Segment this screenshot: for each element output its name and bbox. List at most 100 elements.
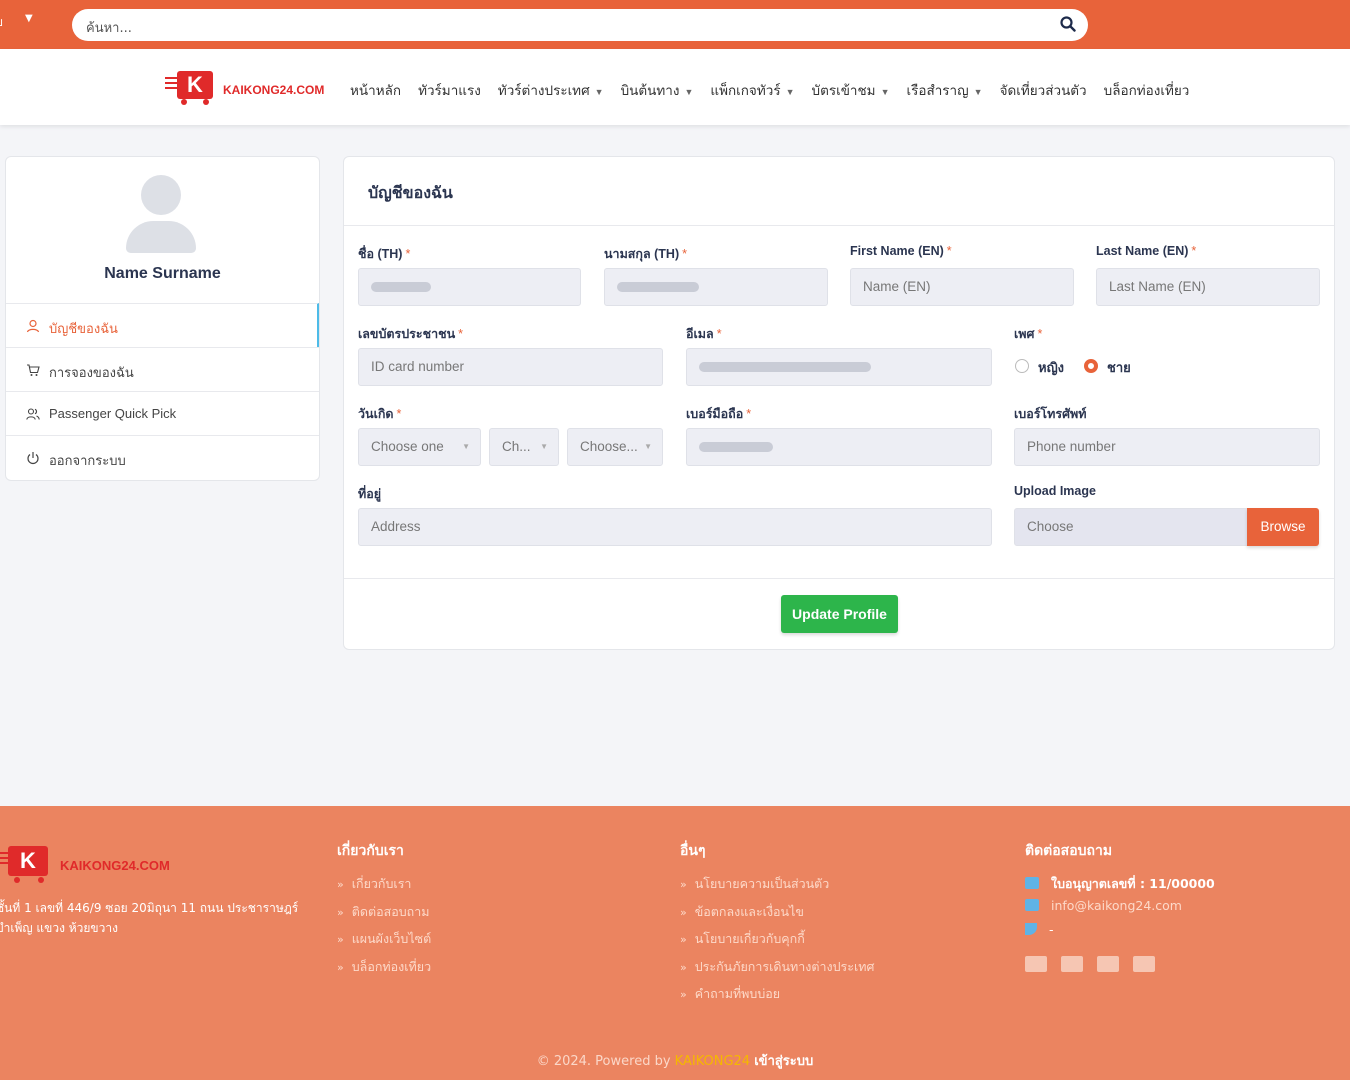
footer-link[interactable]: » ติดต่อสอบถาม xyxy=(337,902,431,930)
footer-link-label: นโยบายเกี่ยวกับคุกกี้ xyxy=(694,931,805,946)
double-chevron-icon: » xyxy=(680,878,687,891)
upload-file-field[interactable]: Choose xyxy=(1014,508,1248,546)
chevron-down-icon: ▼ xyxy=(684,87,694,97)
first-name-en-field[interactable]: Name (EN) xyxy=(850,268,1074,306)
nav-menu: หน้าหลัก ทัวร์มาแรง ทัวร์ต่างประเทศ ▼ บินต้น… xyxy=(350,79,1206,101)
logo-text: KAIKONG24.COM xyxy=(60,858,170,873)
search-input[interactable]: ค้นหา... xyxy=(86,17,132,38)
account-menu: บัญชีของฉัน การจองของฉัน Passenger Quick… xyxy=(6,303,319,479)
footer-link-label: ข้อตกลงและเงื่อนไข xyxy=(694,903,804,919)
logo-wheel xyxy=(181,99,187,105)
nav-item[interactable]: ทัวร์มาแรง xyxy=(418,79,481,101)
nav-item[interactable]: จัดเที่ยวส่วนตัว xyxy=(1000,79,1087,101)
footer-link[interactable]: » คำถามที่พบบ่อย xyxy=(680,984,874,1012)
nav-item[interactable]: หน้าหลัก xyxy=(350,79,401,101)
double-chevron-icon: » xyxy=(680,960,687,974)
nav-item-label: บล็อกท่องเที่ยว xyxy=(1103,83,1190,98)
browse-button[interactable]: Browse xyxy=(1247,508,1319,546)
gender-label: เพศ * xyxy=(1014,327,1043,341)
site-logo[interactable]: K KAIKONG24.COM xyxy=(165,69,330,107)
last-name-th-label: นามสกุล (TH) * xyxy=(604,247,687,261)
double-chevron-icon: » xyxy=(337,878,344,891)
footer-link[interactable]: » เกี่ยวกับเรา xyxy=(337,874,431,902)
birthdate-label: วันเกิด * xyxy=(358,407,402,421)
main-navbar: K KAIKONG24.COM หน้าหลัก ทัวร์มาแรง ทัวร์ต… xyxy=(0,49,1350,125)
nav-item[interactable]: บัตรเข้าชม ▼ xyxy=(812,79,890,101)
page-title: บัญชีของฉัน xyxy=(368,183,453,202)
copyright-brand-link[interactable]: KAIKONG24 xyxy=(675,1054,750,1069)
last-name-en-field[interactable]: Last Name (EN) xyxy=(1096,268,1320,306)
nav-item[interactable]: แพ็กเกจทัวร์ ▼ xyxy=(710,79,794,101)
mobile-label: เบอร์มือถือ * xyxy=(686,407,752,421)
language-selector[interactable]: ย xyxy=(0,13,3,32)
profile-form-card: บัญชีของฉัน ชื่อ (TH) * นามสกุล (TH) * Fir… xyxy=(343,156,1335,650)
sidebar-item-label: Passenger Quick Pick xyxy=(49,406,177,421)
id-card-field[interactable]: ID card number xyxy=(358,348,663,386)
avatar xyxy=(126,175,196,253)
double-chevron-icon: » xyxy=(680,988,687,1001)
divider xyxy=(344,578,1334,579)
sidebar-item-logout[interactable]: ออกจากระบบ xyxy=(6,435,319,479)
double-chevron-icon: » xyxy=(337,905,344,919)
users-icon xyxy=(26,408,40,420)
footer-link[interactable]: » บล็อกท่องเที่ยว xyxy=(337,957,431,985)
divider xyxy=(344,225,1334,226)
footer-link-label: ติดต่อสอบถาม xyxy=(351,903,430,919)
chevron-down-icon: ▼ xyxy=(644,442,652,451)
update-profile-button[interactable]: Update Profile xyxy=(781,595,898,633)
license-line: ใบอนุญาตเลขที่ : 11/00000 xyxy=(1025,874,1215,898)
birth-month-select[interactable]: Ch... ▼ xyxy=(489,428,559,466)
last-name-en-label: Last Name (EN) * xyxy=(1096,244,1197,258)
nav-item[interactable]: ทัวร์ต่างประเทศ ▼ xyxy=(498,79,604,101)
email-field[interactable] xyxy=(686,348,992,386)
avatar-head xyxy=(141,175,181,215)
gender-male-radio[interactable] xyxy=(1084,359,1098,373)
sidebar-item-my-bookings[interactable]: การจองของฉัน xyxy=(6,347,319,391)
birth-year-select[interactable]: Choose... ▼ xyxy=(567,428,663,466)
logo-wheel xyxy=(203,99,209,105)
footer-link[interactable]: » ประกันภัยการเดินทางต่างประเทศ xyxy=(680,957,874,985)
footer-link[interactable]: » แผนผังเว็บไซต์ xyxy=(337,929,431,957)
user-name: Name Surname xyxy=(104,265,221,282)
login-link[interactable]: เข้าสู่ระบบ xyxy=(754,1054,813,1069)
address-field[interactable]: Address xyxy=(358,508,992,546)
sidebar-item-label: ออกจากระบบ xyxy=(49,453,126,468)
first-name-th-field[interactable] xyxy=(358,268,581,306)
chevron-down-icon: ▼ xyxy=(880,87,890,97)
phone-line[interactable]: - xyxy=(1025,922,1215,946)
footer-link[interactable]: » นโยบายเกี่ยวกับคุกกี้ xyxy=(680,929,874,957)
nav-item-label: จัดเที่ยวส่วนตัว xyxy=(999,83,1087,98)
copyright-text: © 2024. Powered by xyxy=(536,1054,671,1069)
sidebar-item-my-account[interactable]: บัญชีของฉัน xyxy=(6,303,319,347)
phone-field[interactable]: Phone number xyxy=(1014,428,1320,466)
nav-item[interactable]: เรือสำราญ ▼ xyxy=(907,79,983,101)
sidebar-item-passenger-quick-pick[interactable]: Passenger Quick Pick xyxy=(6,391,319,435)
logo-speed-lines xyxy=(165,77,177,91)
avatar-body xyxy=(126,221,196,253)
gender-female-radio[interactable] xyxy=(1015,359,1029,373)
cart-icon xyxy=(27,364,40,376)
email-line[interactable]: info@kaikong24.com xyxy=(1025,898,1215,922)
chevron-down-icon[interactable]: ▼ xyxy=(25,13,33,24)
id-card-label: เลขบัตรประชาชน * xyxy=(358,327,464,341)
footer-link[interactable]: » ข้อตกลงและเงื่อนไข xyxy=(680,902,874,930)
nav-item-label: แพ็กเกจทัวร์ xyxy=(710,83,781,98)
first-name-en-label: First Name (EN) * xyxy=(850,244,952,258)
double-chevron-icon: » xyxy=(337,933,344,946)
footer-heading: อื่นๆ xyxy=(680,843,706,859)
phone-label: เบอร์โทรศัพท์ xyxy=(1014,407,1087,421)
nav-item[interactable]: บล็อกท่องเที่ยว xyxy=(1104,79,1190,101)
search-icon[interactable] xyxy=(1060,16,1076,32)
footer-link-label: คำถามที่พบบ่อย xyxy=(694,986,781,1001)
nav-item-label: เรือสำราญ xyxy=(906,83,969,98)
footer-link[interactable]: » นโยบายความเป็นส่วนตัว xyxy=(680,874,874,902)
copyright: © 2024. Powered by KAIKONG24 เข้าสู่ระบบ xyxy=(0,1050,1350,1071)
search-bar[interactable]: ค้นหา... xyxy=(72,9,1088,41)
footer-logo[interactable]: K KAIKONG24.COM xyxy=(0,844,178,884)
nav-item[interactable]: บินต้นทาง ▼ xyxy=(621,79,694,101)
power-icon xyxy=(27,452,39,465)
last-name-th-field[interactable] xyxy=(604,268,828,306)
birth-day-select[interactable]: Choose one ▼ xyxy=(358,428,481,466)
mobile-field[interactable] xyxy=(686,428,992,466)
first-name-th-label: ชื่อ (TH) * xyxy=(358,247,411,261)
